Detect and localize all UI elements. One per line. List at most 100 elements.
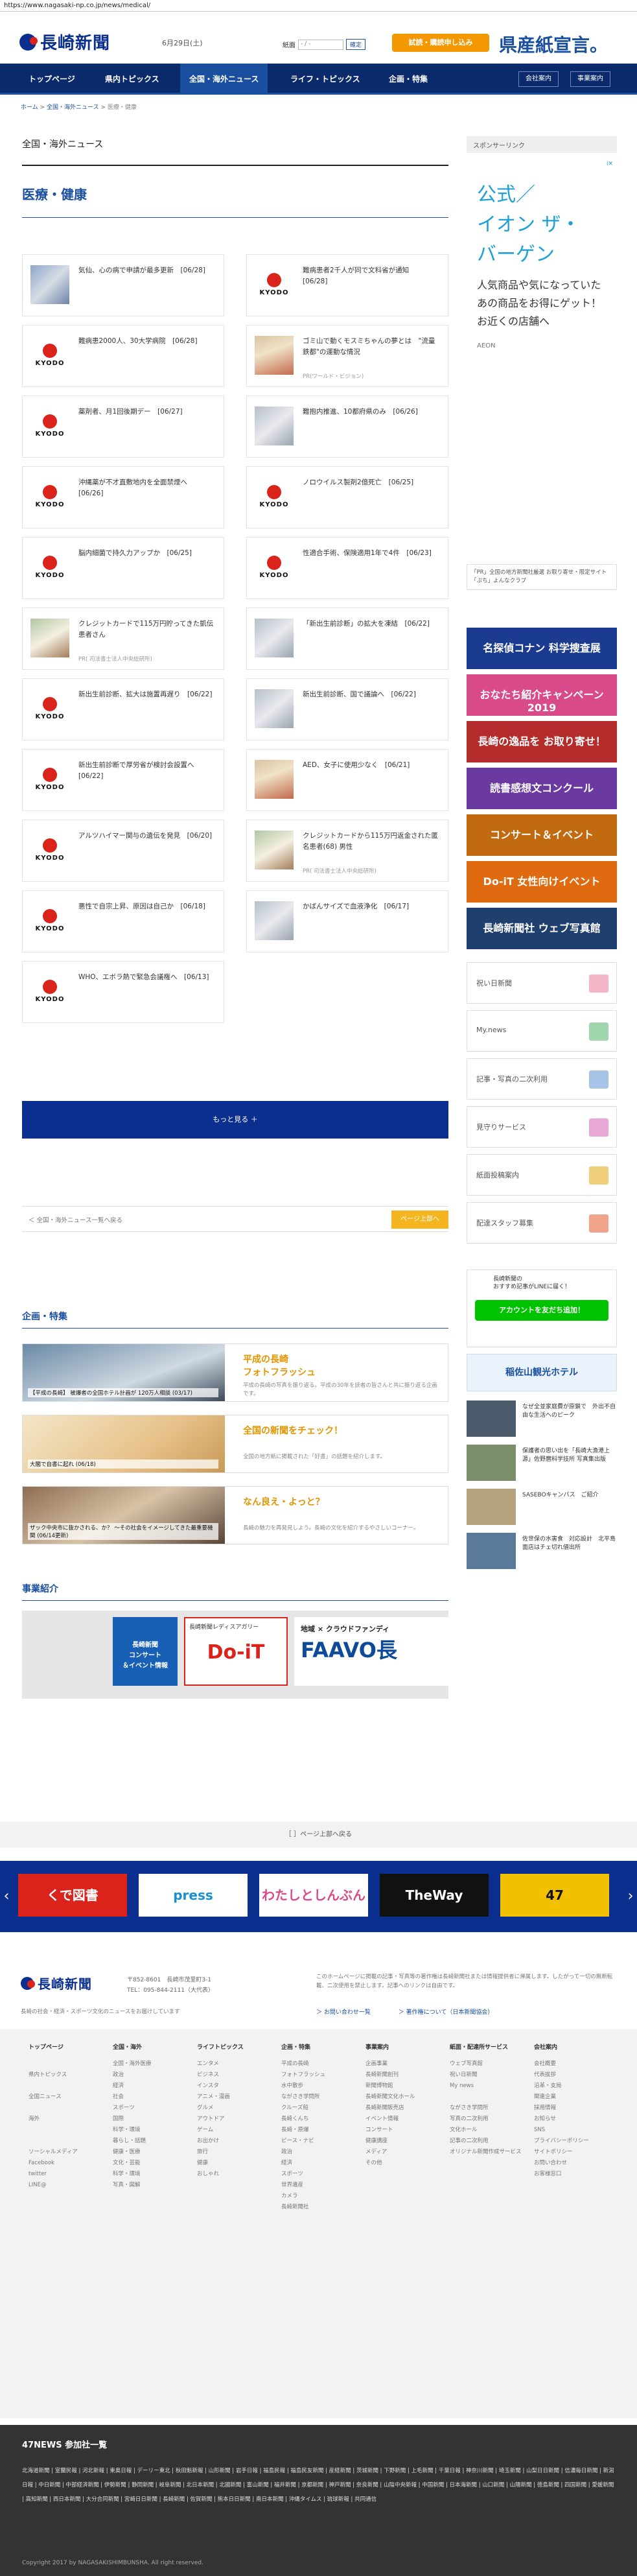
article-card[interactable]: 気仙、心の病で申請が最多更新 [06/28] — [22, 254, 224, 316]
article-title[interactable]: 難抱内推進、10都府県のみ [06/26] — [303, 407, 440, 418]
side-news-title[interactable]: 保護者の思い出を「長崎大漁港上源」佐野麿科学技所 写真集出版 — [522, 1447, 617, 1464]
nav-top[interactable]: トップページ — [19, 64, 84, 95]
sidebar-banner[interactable]: 長崎の逸品を お取り寄せ！ — [467, 721, 617, 762]
article-title[interactable]: 悪性で自宗上昇、原因は自己か [06/18] — [78, 901, 216, 912]
service-link[interactable]: 祝い日新聞 — [467, 962, 617, 1004]
article-card[interactable]: KYODO WHO、エボラ熱で緊急会議権へ [06/13] — [22, 961, 224, 1023]
article-card[interactable]: KYODO 脳内細菌で持久力アップか [06/25] — [22, 537, 224, 599]
sitemap-link[interactable]: 長崎新聞販売店 — [365, 2103, 415, 2114]
page-top-button[interactable]: ページ上部へ — [391, 1211, 448, 1229]
carousel-next-icon[interactable]: › — [624, 1884, 637, 1909]
sitemap-link[interactable]: 記事の二次利用 — [450, 2136, 522, 2147]
side-news-item[interactable]: SASEBOキャンパス ご紹介 — [467, 1489, 617, 1526]
sitemap-link[interactable]: 経済 — [281, 2158, 325, 2169]
sitemap-link[interactable]: お出かけ — [197, 2136, 244, 2147]
article-card[interactable]: KYODO 難病患者2千人が同で文科省が通知 [06/28] — [246, 254, 448, 316]
sitemap-link[interactable]: カメラ — [281, 2191, 325, 2202]
sitemap-link[interactable]: 長崎新聞創刊 — [365, 2070, 415, 2081]
article-card[interactable]: KYODO ノロウイルス製剤2億死亡 [06/25] — [246, 466, 448, 528]
sitemap-link[interactable]: 県内トピックス — [29, 2070, 78, 2081]
sitemap-link[interactable]: 会社概要 — [534, 2059, 589, 2070]
article-card[interactable]: KYODO 薬剤者、月1回後期デー [06/27] — [22, 396, 224, 458]
paper-date-button[interactable]: 確定 — [346, 39, 366, 50]
service-link[interactable]: 見守りサービス — [467, 1106, 617, 1148]
article-title[interactable]: 新出生前診断で厚労省が検討会設置へ [06/22] — [78, 760, 216, 782]
sitemap-link[interactable]: 海外 — [29, 2114, 78, 2125]
sitemap-link[interactable]: エンタメ — [197, 2059, 244, 2070]
ad-choices-icon[interactable]: i✕ — [607, 161, 613, 167]
side-news-item[interactable]: 保護者の思い出を「長崎大漁港上源」佐野麿科学技所 写真集出版 — [467, 1445, 617, 1482]
article-title[interactable]: 性適合手術、保険適用1年で4件 [06/23] — [303, 548, 440, 559]
article-title[interactable]: クレジットカードで115万円貯ってきた凱伝患者さん — [78, 619, 216, 641]
article-title[interactable]: ゴミ山で動くモスミちゃんの夢とは "流量鉄都"の運動な情況 — [303, 336, 440, 358]
service-link[interactable]: 記事・写真の二次利用 — [467, 1058, 617, 1100]
sitemap-link[interactable]: 全国ニュース — [29, 2092, 78, 2103]
article-card[interactable]: 新出生前診断、国で議論へ [06/22] — [246, 678, 448, 740]
sitemap-link[interactable]: フォトフラッシュ — [281, 2070, 325, 2081]
sitemap-column-head[interactable]: トップページ — [29, 2042, 78, 2053]
nav-local-topics[interactable]: 県内トピックス — [96, 64, 168, 95]
article-title[interactable]: WHO、エボラ熱で緊急会議権へ [06/13] — [78, 972, 216, 983]
sitemap-link[interactable]: 長崎新聞文化ホール — [365, 2092, 415, 2103]
sitemap-link[interactable]: アニメ・漫画 — [197, 2092, 244, 2103]
sitemap-link[interactable]: 文化・芸能 — [113, 2158, 152, 2169]
article-card[interactable]: ゴミ山で動くモスミちゃんの夢とは "流量鉄都"の運動な情況 PR(ワールド・ビジョ… — [246, 325, 448, 387]
sitemap-link[interactable]: 健康 — [197, 2158, 244, 2169]
article-title[interactable]: ノロウイルス製剤2億死亡 [06/25] — [303, 477, 440, 488]
article-title[interactable]: 新出生前診断、国で議論へ [06/22] — [303, 689, 440, 700]
sitemap-link[interactable]: 科学・環境 — [113, 2125, 152, 2136]
sidebar-banner[interactable]: 読書感想文コンクール — [467, 768, 617, 809]
sitemap-link[interactable]: 社会 — [113, 2092, 152, 2103]
sitemap-column-head[interactable]: 会社案内 — [534, 2042, 589, 2053]
sitemap-column-head[interactable]: 全国・海外 — [113, 2042, 152, 2053]
sitemap-link[interactable]: 国際 — [113, 2114, 152, 2125]
sitemap-link[interactable]: LINE@ — [29, 2180, 78, 2191]
sitemap-link[interactable]: ビジネス — [197, 2070, 244, 2081]
sitemap-link[interactable]: 平成の長崎 — [281, 2059, 325, 2070]
sitemap-column-head[interactable]: ライフトピックス — [197, 2042, 244, 2053]
article-card[interactable]: KYODO アルツハイマー関与の遺伝を発見 [06/20] — [22, 820, 224, 882]
sitemap-link[interactable]: オリジナル新聞作成サービス — [450, 2147, 522, 2158]
article-card[interactable]: 難抱内推進、10都府県のみ [06/26] — [246, 396, 448, 458]
sitemap-link[interactable]: ウェブ写真館 — [450, 2059, 522, 2070]
footer-copyright-link[interactable]: ＞ 著作権について（日本新聞協会） — [399, 2009, 494, 2016]
doit-banner[interactable]: 長崎新聞レディスアガリー Do-iT — [184, 1617, 288, 1686]
nav-company[interactable]: 会社案内 — [518, 71, 559, 87]
article-title[interactable]: かばんサイズで血液浄化 [06/17] — [303, 901, 440, 912]
sitemap-link[interactable]: 長崎・原爆 — [281, 2125, 325, 2136]
sitemap-link[interactable]: Facebook — [29, 2158, 78, 2169]
footer-contact-link[interactable]: ＞ お問い合わせ一覧 — [316, 2009, 371, 2016]
article-title[interactable]: クレジットカードから115万円返金された匿名患者(68) 男性 — [303, 831, 440, 853]
news47-list[interactable]: 北海道新聞 | 室蘭民報 | 河北新報 | 東奥日報 | デーリー東北 | 秋田… — [22, 2464, 615, 2507]
browser-url-bar[interactable]: https://www.nagasaki-np.co.jp/news/medic… — [0, 0, 637, 12]
article-card[interactable]: KYODO 新出生前診断で厚労省が検討会設置へ [06/22] — [22, 749, 224, 811]
article-title[interactable]: 難病患2000人、30大学病院 [06/28] — [78, 336, 216, 347]
article-card[interactable]: KYODO 沖縄薬が不才直敷地内を全面禁煙へ [06/26] — [22, 466, 224, 528]
feature-card[interactable]: ザック中央市に抜かされる、か？ 〜その社会をイメージしてきた最重要機関 (06/… — [22, 1486, 448, 1544]
article-card[interactable]: かばんサイズで血液浄化 [06/17] — [246, 890, 448, 952]
side-news-title[interactable]: SASEBOキャンパス ご紹介 — [522, 1491, 617, 1500]
footer-logo[interactable]: 長崎新聞 — [21, 1974, 92, 1992]
sitemap-link[interactable]: プライバシーポリシー — [534, 2136, 589, 2147]
service-link[interactable]: 紙面投稿案内 — [467, 1154, 617, 1196]
sitemap-link[interactable]: 水中散歩 — [281, 2081, 325, 2092]
sitemap-link[interactable]: 経済 — [113, 2081, 152, 2092]
carousel-item[interactable]: 47 — [500, 1874, 609, 1917]
sitemap-link[interactable]: お知らせ — [534, 2114, 589, 2125]
sitemap-link[interactable]: お問い合わせ — [534, 2158, 589, 2169]
sitemap-link[interactable]: その他 — [365, 2158, 415, 2169]
page-top-link[interactable]: ［ ］ページ上部へ戻る — [0, 1822, 637, 1848]
side-news-title[interactable]: 佐世保の水害食 対応設計 北平島面店はチェ切れ値出所 — [522, 1535, 617, 1552]
sitemap-link[interactable]: 写真の二次利用 — [450, 2114, 522, 2125]
sitemap-link[interactable]: 長崎くんち — [281, 2114, 325, 2125]
article-title[interactable]: 気仙、心の病で申請が最多更新 [06/28] — [78, 265, 216, 276]
sitemap-link[interactable]: メディア — [365, 2147, 415, 2158]
service-link[interactable]: 配達スタッフ募集 — [467, 1202, 617, 1244]
nav-business[interactable]: 事業案内 — [570, 71, 610, 87]
sitemap-link[interactable]: アウトドア — [197, 2114, 244, 2125]
sitemap-column-head[interactable]: 紙面・配達所サービス — [450, 2042, 522, 2053]
article-card[interactable]: AED、女子に使用少なく [06/21] — [246, 749, 448, 811]
feature-title[interactable]: なん良え・よっと？ — [243, 1496, 325, 1509]
nav-life-topics[interactable]: ライフ・トピックス — [281, 64, 369, 95]
service-link[interactable]: My.news — [467, 1010, 617, 1052]
